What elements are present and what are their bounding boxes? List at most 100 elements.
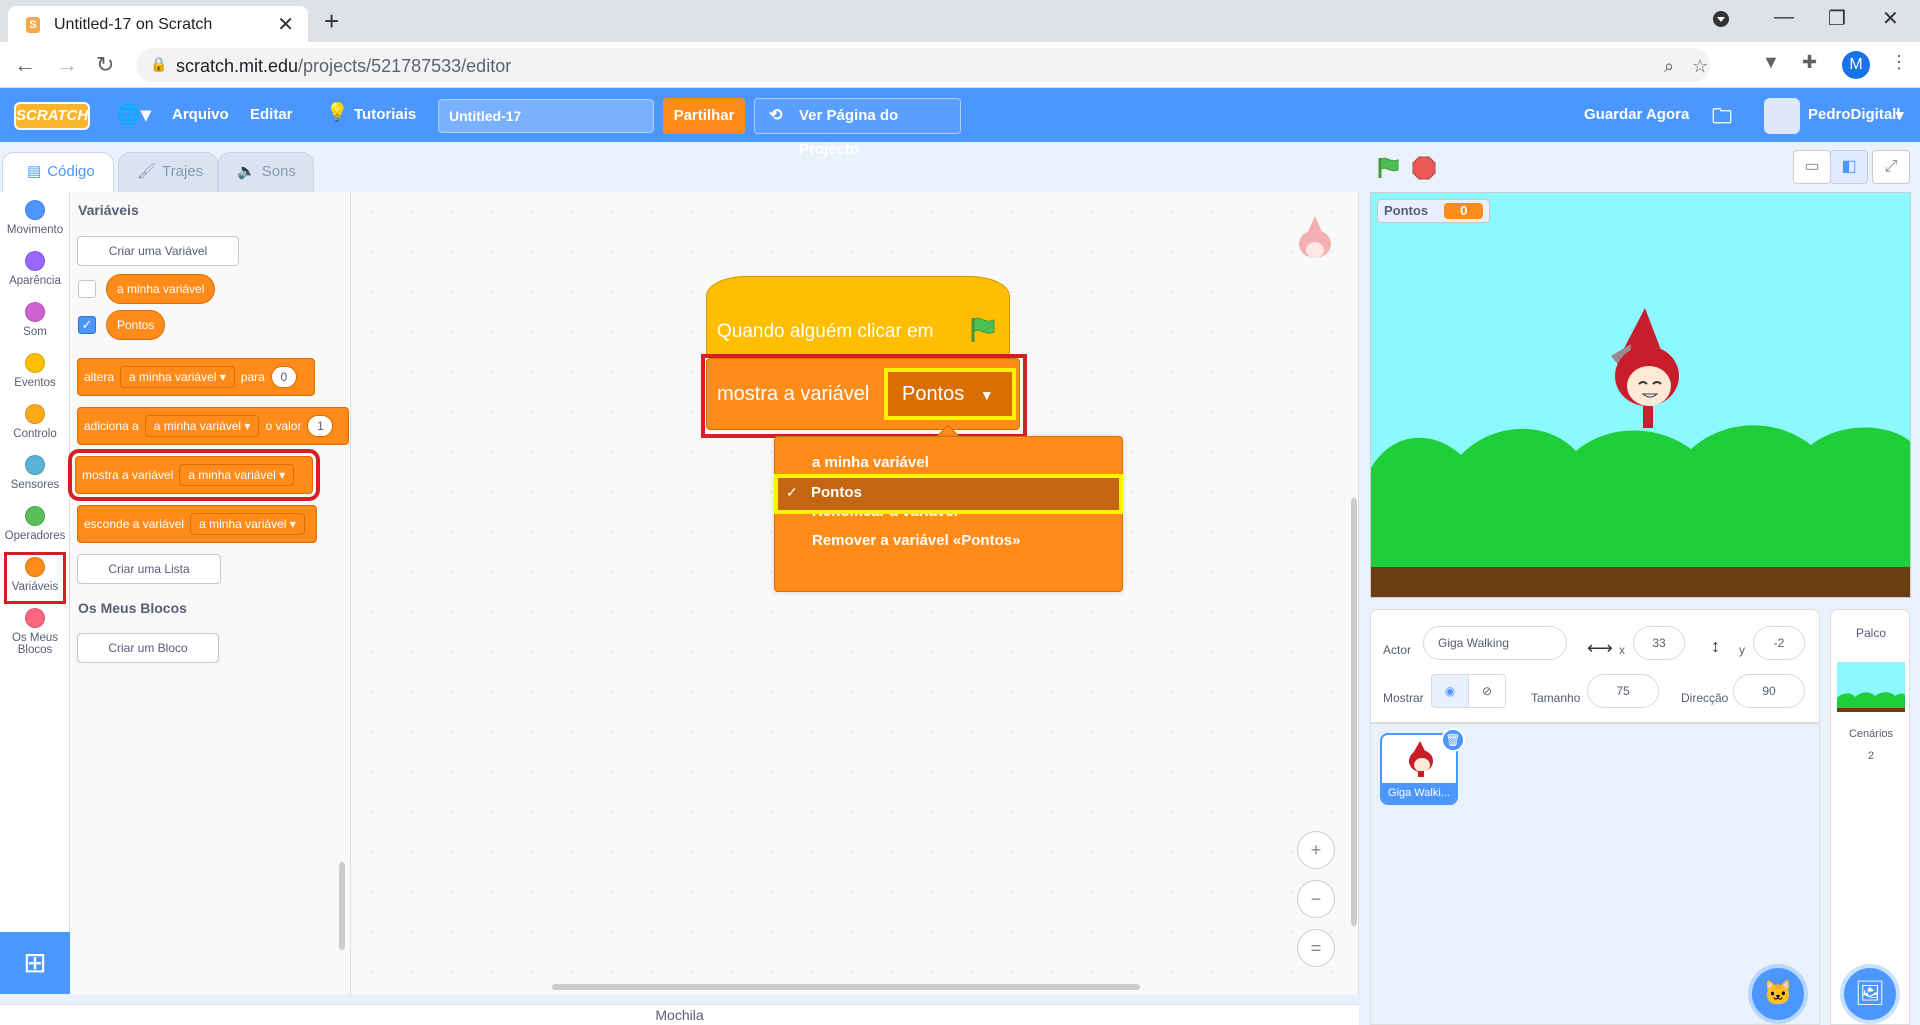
zoom-reset-button[interactable]: = (1297, 929, 1335, 967)
save-now-button[interactable]: Guardar Agora (1584, 106, 1689, 123)
set-variable-block[interactable]: altera a minha variável ▾ para 0 (77, 358, 315, 396)
zoom-out-button[interactable]: − (1297, 880, 1335, 918)
dropdown-item-pontos[interactable]: ✓ Pontos (774, 474, 1123, 514)
username-menu[interactable]: PedroDigitall (1808, 106, 1901, 123)
variable-checkbox[interactable] (78, 280, 96, 298)
category-looks[interactable]: Aparência (0, 251, 70, 287)
dropdown-item-my-variable[interactable]: a minha variável (812, 454, 929, 471)
user-avatar[interactable] (1764, 98, 1800, 134)
normal-stage-icon[interactable]: ◧ (1830, 150, 1868, 184)
user-chevron-down-icon[interactable]: ▾ (1896, 106, 1904, 124)
variable-dropdown[interactable]: a minha variável ▾ (190, 513, 305, 535)
palette-scrollbar[interactable] (339, 862, 345, 950)
stage-panel-title: Palco (1855, 626, 1887, 640)
value-input[interactable]: 1 (307, 415, 334, 437)
choose-backdrop-icon[interactable]: 🖼 (1844, 968, 1896, 1020)
restore-icon[interactable]: ❐ (1828, 6, 1846, 31)
category-sensing[interactable]: Sensores (0, 455, 70, 491)
y-input[interactable]: -2 (1753, 626, 1805, 660)
category-control[interactable]: Controlo (0, 404, 70, 440)
show-label: Mostrar (1383, 691, 1424, 705)
green-flag-run-icon[interactable] (1376, 156, 1400, 180)
profile-dropdown-icon[interactable] (1712, 10, 1730, 34)
back-icon[interactable]: ← (14, 52, 36, 78)
y-label: y (1739, 643, 1745, 657)
new-tab-icon[interactable]: + (324, 6, 339, 37)
share-button[interactable]: Partilhar (663, 98, 745, 134)
zoom-icon[interactable]: ⌕ (1664, 56, 1674, 77)
sprite-name-input[interactable]: Giga Walking (1423, 626, 1567, 660)
stop-icon[interactable] (1412, 156, 1436, 180)
url-domain: scratch.mit.edu (176, 56, 299, 76)
category-events[interactable]: Eventos (0, 353, 70, 389)
browser-tab[interactable]: S Untitled-17 on Scratch ✕ (8, 6, 308, 42)
category-operators[interactable]: Operadores (0, 506, 70, 542)
variable-dropdown[interactable]: a minha variável ▾ (120, 366, 235, 388)
tab-costumes[interactable]: 🖌 Trajes (118, 152, 218, 192)
edit-menu[interactable]: Editar (250, 106, 293, 123)
scratch-logo[interactable]: SCRATCH (14, 102, 90, 130)
file-menu[interactable]: Arquivo (172, 106, 229, 123)
size-input[interactable]: 75 (1587, 674, 1659, 708)
workspace-vertical-scrollbar[interactable] (1351, 498, 1357, 926)
make-list-button[interactable]: Criar uma Lista (77, 554, 221, 584)
choose-sprite-cat-icon[interactable]: 🐱 (1752, 968, 1804, 1020)
pontos-reporter[interactable]: Pontos (106, 310, 166, 340)
change-variable-block[interactable]: adiciona aa minha variável ▾ o valor 1 (77, 407, 349, 445)
variable-reporter[interactable]: a minha variável (106, 274, 216, 304)
zoom-in-button[interactable]: + (1297, 831, 1335, 869)
fullscreen-icon[interactable]: ⤢ (1872, 150, 1910, 184)
pontos-checkbox[interactable]: ✓ (78, 316, 96, 334)
tutorials-menu[interactable]: Tutoriais (354, 106, 416, 123)
backpack-bar[interactable]: Mochila (0, 1004, 1359, 1025)
hide-eye-slash-icon[interactable]: ⊘ (1468, 674, 1506, 708)
extension-icon[interactable]: ▼ (1762, 52, 1780, 73)
project-title-input[interactable]: Untitled-17 (438, 99, 654, 133)
window-close-icon[interactable]: ✕ (1882, 6, 1899, 31)
puzzle-icon[interactable]: ✚ (1802, 52, 1817, 73)
more-menu-icon[interactable]: ⋮ (1890, 52, 1908, 73)
variable-dropdown[interactable]: a minha variável ▾ (179, 464, 295, 486)
hide-variable-block[interactable]: esconde a variável a minha variável ▾ (77, 505, 317, 543)
url-field[interactable]: 🔒 scratch.mit.edu/projects/521787533/edi… (136, 48, 1710, 82)
show-visible-eye-icon[interactable]: ◉ (1431, 674, 1469, 708)
sprite-info-panel: Actor Giga Walking ⟷ x 33 ↕ y -2 Mostrar… (1370, 609, 1820, 723)
x-input[interactable]: 33 (1633, 626, 1685, 660)
lightbulb-icon: 💡 (326, 102, 349, 122)
my-stuff-folder-icon[interactable]: 🗀 (1712, 102, 1732, 136)
make-block-button[interactable]: Criar um Bloco (77, 633, 219, 663)
hat-block-label: Quando alguém clicar em (717, 321, 934, 342)
stage-selector-panel[interactable]: Palco Cenários 2 (1830, 609, 1910, 1025)
stage-canvas[interactable] (1370, 192, 1911, 598)
tab-sounds[interactable]: 🔈 Sons (218, 152, 314, 192)
backdrops-count: 2 (1867, 750, 1875, 762)
minimize-icon[interactable]: — (1774, 6, 1794, 29)
category-my-blocks[interactable]: Os Meus Blocos (0, 608, 70, 656)
workspace-horizontal-scrollbar[interactable] (552, 984, 1140, 990)
monitor-label: Pontos (1384, 203, 1429, 218)
tab-costumes-label: Trajes (162, 163, 204, 180)
category-sound[interactable]: Som (0, 302, 70, 338)
when-flag-clicked-block[interactable]: Quando alguém clicar em (706, 276, 1010, 358)
variable-dropdown-field[interactable]: Pontos ▼ (884, 368, 1016, 420)
direction-input[interactable]: 90 (1733, 674, 1805, 708)
close-tab-icon[interactable]: ✕ (277, 12, 294, 37)
small-stage-icon[interactable]: ▭ (1793, 150, 1831, 184)
dropdown-item-delete[interactable]: Remover a variável «Pontos» (812, 532, 1020, 549)
category-motion[interactable]: Movimento (0, 200, 70, 236)
pontos-variable-monitor[interactable]: Pontos 0 (1377, 199, 1491, 223)
tab-code[interactable]: ▤ Código (2, 152, 114, 192)
category-dot-icon (25, 353, 45, 373)
value-input[interactable]: 0 (270, 366, 297, 388)
delete-sprite-trash-icon[interactable]: 🗑 (1441, 728, 1465, 752)
bookmark-star-icon[interactable]: ☆ (1692, 56, 1708, 77)
forward-icon[interactable]: → (56, 52, 78, 78)
see-project-page-button[interactable]: ⟲ Ver Página do Projecto (754, 98, 961, 158)
add-extension-button[interactable]: ⊞ (0, 932, 70, 994)
language-globe-icon[interactable]: 🌐▾ (116, 102, 151, 127)
profile-avatar[interactable]: M (1842, 51, 1870, 79)
reload-icon[interactable]: ↻ (96, 52, 114, 78)
variable-dropdown[interactable]: a minha variável ▾ (144, 415, 260, 437)
show-variable-block[interactable]: mostra a variável a minha variável ▾ (68, 449, 320, 501)
make-variable-button[interactable]: Criar uma Variável (77, 236, 239, 266)
